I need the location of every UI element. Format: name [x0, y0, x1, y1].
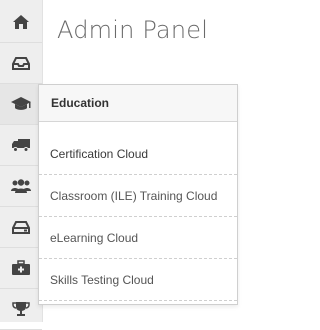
- menu-item-label: Classroom (ILE) Training Cloud: [50, 189, 218, 203]
- truck-icon: [12, 139, 30, 152]
- menu-item-elearning-cloud[interactable]: eLearning Cloud: [39, 217, 237, 259]
- page-title: Admin Panel: [57, 16, 209, 44]
- inbox-icon: [12, 57, 30, 70]
- graduation-cap-icon: [11, 97, 31, 110]
- sidebar-item-logistics[interactable]: [0, 125, 42, 166]
- menu-item-skills-testing-cloud[interactable]: Skills Testing Cloud: [39, 259, 237, 301]
- sidebar-item-achievements[interactable]: [0, 289, 42, 330]
- trophy-icon: [12, 302, 30, 316]
- sidebar-item-medical[interactable]: [0, 248, 42, 289]
- education-flyout-menu: Education Certification Cloud Classroom …: [38, 84, 238, 305]
- sidebar-item-storage[interactable]: [0, 207, 42, 248]
- menu-item-classroom-training-cloud[interactable]: Classroom (ILE) Training Cloud: [39, 175, 237, 217]
- sidebar-item-education[interactable]: [0, 84, 42, 125]
- menu-item-label: Certification Cloud: [50, 147, 149, 161]
- menu-item-label: Skills Testing Cloud: [50, 273, 154, 287]
- home-icon: [13, 15, 29, 29]
- sidebar-item-inbox[interactable]: [0, 43, 42, 84]
- hard-drive-icon: [12, 221, 30, 234]
- sidebar-item-users[interactable]: [0, 166, 42, 207]
- users-icon: [11, 179, 31, 193]
- menu-item-certification-cloud[interactable]: Certification Cloud: [39, 133, 237, 175]
- medkit-icon: [12, 260, 30, 275]
- sidebar: [0, 0, 43, 330]
- flyout-heading: Education: [51, 96, 110, 110]
- flyout-header: Education: [39, 85, 237, 122]
- menu-item-label: eLearning Cloud: [50, 231, 139, 245]
- sidebar-item-home[interactable]: [0, 2, 42, 43]
